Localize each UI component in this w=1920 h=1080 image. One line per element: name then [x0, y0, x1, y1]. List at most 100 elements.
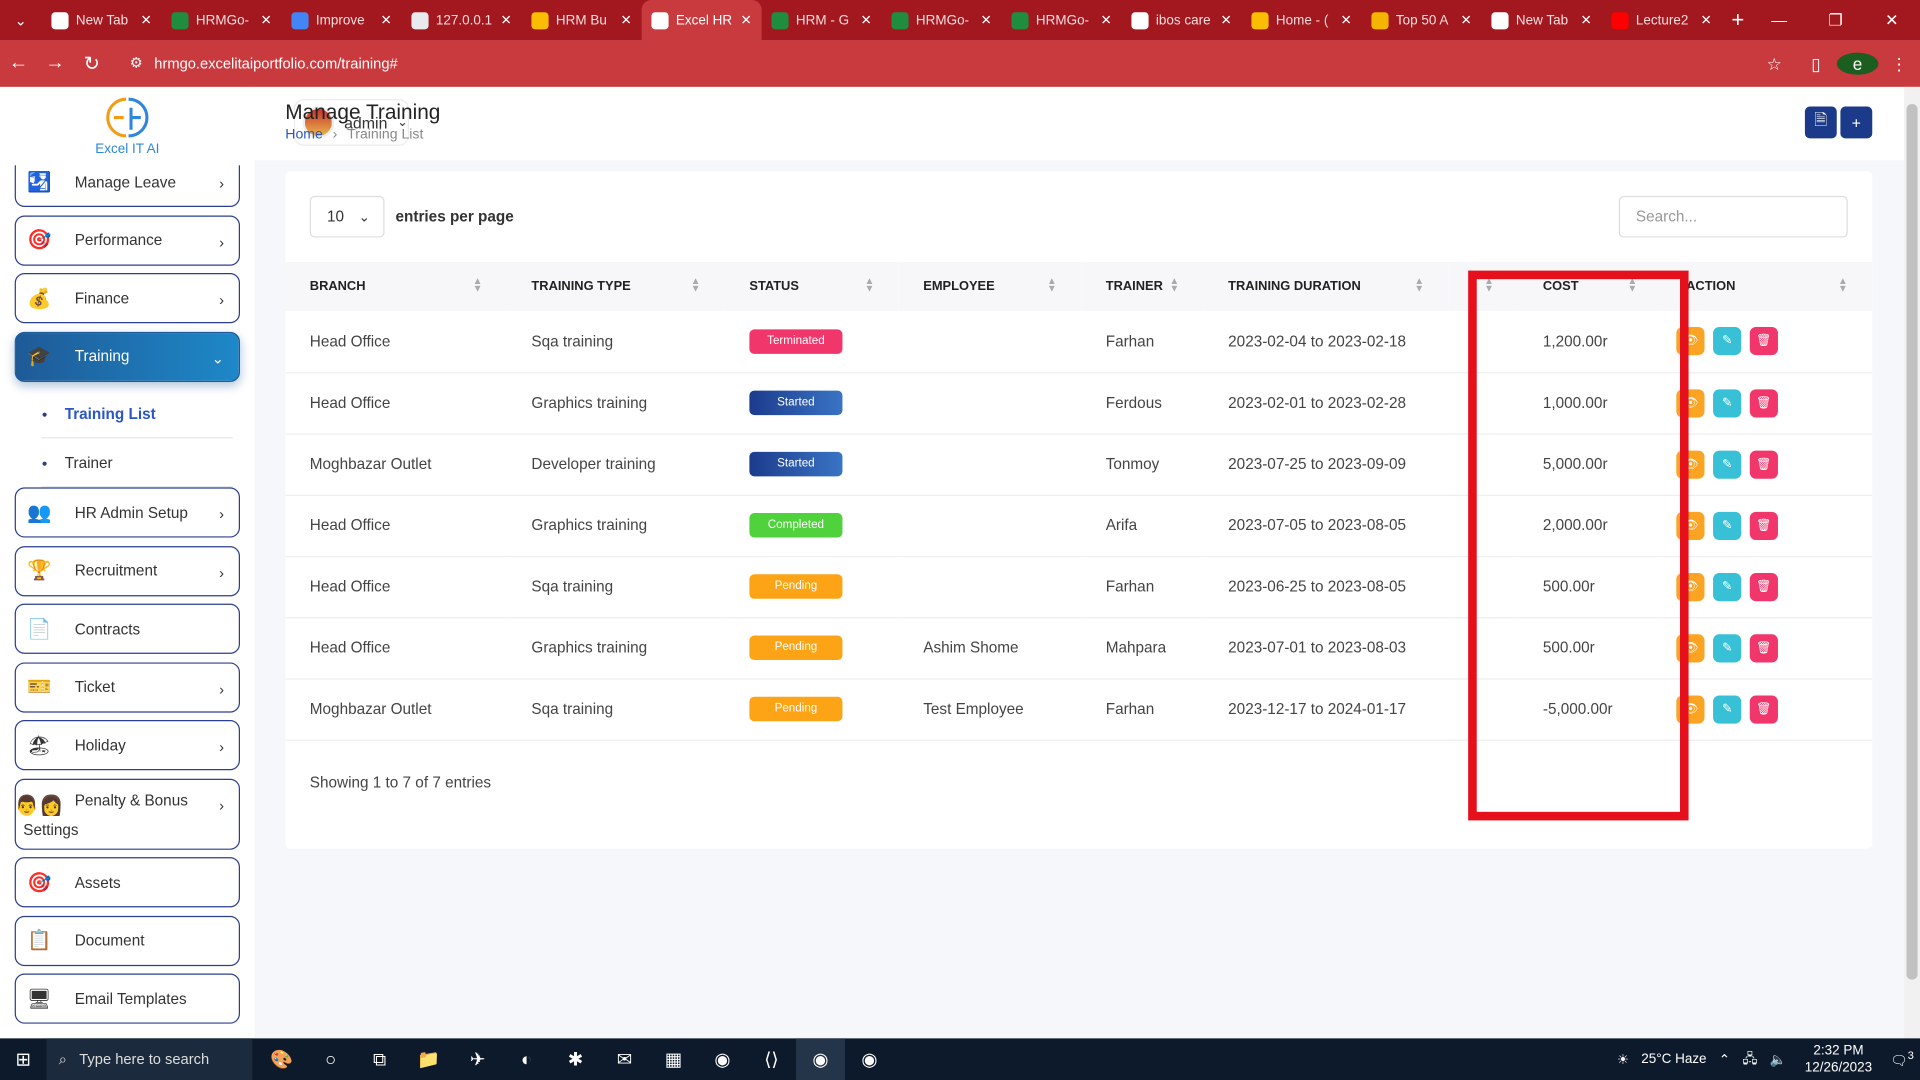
view-button[interactable]: 👁	[1676, 572, 1705, 601]
browser-tab[interactable]: Lecture2 ✕	[1602, 0, 1722, 40]
column-header[interactable]: Employee ▲ ▼	[898, 262, 1082, 312]
browser-tab[interactable]: Excel HR ✕	[641, 0, 762, 41]
widgets-icon[interactable]: 🎨	[257, 1038, 306, 1080]
sidebar-subitem-trainer[interactable]: ● Trainer	[15, 438, 240, 488]
view-button[interactable]: 👁	[1676, 388, 1705, 417]
breadcrumb-home-link[interactable]: Home	[285, 127, 323, 142]
export-button[interactable]: 🗎	[1804, 106, 1837, 139]
edit-button[interactable]: ✎	[1713, 388, 1742, 417]
sidebar-item-document[interactable]: 📋 Document	[14, 915, 241, 966]
scrollbar-thumb[interactable]	[1906, 104, 1918, 980]
reload-icon[interactable]: ↻	[73, 40, 110, 87]
browser-tab[interactable]: New Tab ✕	[1482, 0, 1602, 40]
sidebar-item-assets[interactable]: 🎯 Assets	[14, 857, 241, 908]
tab-close-icon[interactable]: ✕	[381, 12, 392, 28]
file-explorer-icon[interactable]: 📁	[404, 1038, 453, 1080]
tab-close-icon[interactable]: ✕	[1101, 12, 1112, 28]
add-training-button[interactable]: +	[1840, 106, 1873, 139]
tab-close-icon[interactable]: ✕	[1461, 12, 1472, 28]
browser-tab[interactable]: Home - (✕	[1242, 0, 1362, 40]
edit-button[interactable]: ✎	[1713, 572, 1742, 601]
browser-tab[interactable]: Improve ✕	[282, 0, 402, 40]
sort-icon[interactable]: ▲ ▼	[473, 276, 483, 293]
tab-close-icon[interactable]: ✕	[261, 12, 272, 28]
browser-tab[interactable]: HRMGo- ✕	[1002, 0, 1122, 40]
edit-button[interactable]: ✎	[1713, 327, 1742, 356]
tab-close-icon[interactable]: ✕	[1581, 12, 1592, 28]
tab-close-icon[interactable]: ✕	[861, 12, 872, 28]
volume-icon[interactable]: 🔈	[1770, 1051, 1787, 1067]
view-button[interactable]: 👁	[1676, 327, 1705, 356]
delete-button[interactable]: 🗑	[1749, 388, 1778, 417]
delete-button[interactable]: 🗑	[1749, 694, 1778, 724]
sort-icon[interactable]: ▲ ▼	[1047, 276, 1057, 293]
taskbar-clock[interactable]: 2:32 PM 12/26/2023	[1805, 1042, 1872, 1076]
browser-tab[interactable]: Top 50 A ✕	[1362, 0, 1482, 40]
column-header[interactable]: Status ▲ ▼	[724, 262, 899, 312]
column-header[interactable]: Training Type ▲ ▼	[506, 262, 725, 312]
vscode-icon[interactable]: ⟨⟩	[747, 1038, 796, 1080]
edit-button[interactable]: ✎	[1713, 450, 1742, 479]
chrome-active-icon[interactable]: ◉	[795, 1038, 845, 1080]
mail-icon[interactable]: ✉	[600, 1038, 649, 1080]
tab-close-icon[interactable]: ✕	[741, 12, 752, 28]
view-button[interactable]: 👁	[1676, 450, 1705, 479]
browser-tab[interactable]: ibos care ✕	[1122, 0, 1242, 40]
sort-icon[interactable]: ▲ ▼	[1169, 276, 1179, 293]
sidebar-subitem-training-list[interactable]: ● Training List	[15, 389, 240, 439]
delete-button[interactable]: 🗑	[1749, 572, 1778, 601]
browser-menu-icon[interactable]: ⋮	[1878, 53, 1920, 74]
column-header[interactable]: Action ▲ ▼	[1661, 262, 1873, 312]
sort-icon[interactable]: ▲ ▼	[1484, 276, 1494, 293]
browser-tab[interactable]: HRM Bu ✕	[522, 0, 642, 40]
minimize-icon[interactable]: —	[1751, 0, 1807, 40]
sidebar-item-performance[interactable]: 🎯 Performance ›	[14, 214, 241, 266]
sort-icon[interactable]: ▲ ▼	[865, 276, 875, 293]
chrome-icon[interactable]: ◉	[698, 1038, 747, 1080]
column-header[interactable]: ▲ ▼	[1448, 262, 1519, 312]
browser-tab[interactable]: New Tab ✕	[42, 0, 162, 40]
delete-button[interactable]: 🗑	[1749, 633, 1778, 662]
browser-tab[interactable]: HRM - G ✕	[762, 0, 882, 40]
page-scrollbar[interactable]	[1904, 86, 1920, 1039]
sidebar-item-email-templates[interactable]: 🖥 Email Templates	[14, 973, 241, 1024]
bookmark-star-icon[interactable]: ☆	[1753, 53, 1795, 74]
sidebar-item-finance[interactable]: 💰 Finance ›	[14, 273, 241, 324]
column-header[interactable]: Training Duration ▲ ▼	[1203, 262, 1449, 312]
chrome-profile-icon[interactable]: ◉	[845, 1038, 894, 1080]
sidebar-item-ticket[interactable]: 🎫 Ticket ›	[14, 661, 241, 713]
delete-button[interactable]: 🗑	[1749, 511, 1778, 540]
back-icon[interactable]: ←	[0, 40, 37, 87]
slack-icon[interactable]: ✱	[551, 1038, 600, 1080]
forward-icon[interactable]: →	[37, 40, 74, 87]
tab-close-icon[interactable]: ✕	[1221, 12, 1232, 28]
browser-tab[interactable]: HRMGo- ✕	[162, 0, 282, 40]
sidebar-item-recruitment[interactable]: 🏆 Recruitment ›	[14, 545, 241, 596]
side-panel-icon[interactable]: ▯	[1795, 53, 1837, 74]
sort-icon[interactable]: ▲ ▼	[1838, 276, 1848, 293]
tab-close-icon[interactable]: ✕	[141, 12, 152, 28]
cortana-icon[interactable]: ○	[306, 1038, 355, 1080]
weather-icon[interactable]: ☀	[1617, 1051, 1629, 1067]
edge-icon[interactable]: ◐	[502, 1038, 551, 1080]
tab-close-icon[interactable]: ✕	[1341, 12, 1352, 28]
tab-search-icon[interactable]: ⌄	[0, 0, 42, 40]
sidebar-item-training[interactable]: 🎓 Training ⌄	[14, 331, 241, 382]
delete-button[interactable]: 🗑	[1749, 450, 1778, 479]
tray-chevron-up-icon[interactable]: ⌃	[1719, 1051, 1730, 1067]
column-header[interactable]: Branch ▲ ▼	[285, 262, 507, 312]
app-icon[interactable]: ✈	[453, 1038, 502, 1080]
edit-button[interactable]: ✎	[1713, 511, 1742, 540]
network-icon[interactable]: 🖧	[1742, 1048, 1757, 1071]
sort-icon[interactable]: ▲ ▼	[1627, 276, 1637, 293]
store-icon[interactable]: ▦	[649, 1038, 698, 1080]
restore-icon[interactable]: ❐	[1807, 0, 1863, 40]
windows-start-icon[interactable]: ⊞	[0, 1048, 47, 1070]
url-field[interactable]: ⚙ hrmgo.excelitaiportfolio.com/training#	[122, 46, 1801, 81]
sidebar-item-penalty-bonus[interactable]: 👨‍👩 Penalty & Bonus Settings ›	[14, 778, 241, 850]
site-info-icon[interactable]: ⚙	[130, 54, 143, 71]
sidebar-item-contracts[interactable]: 📄 Contracts	[14, 603, 241, 654]
notifications-icon[interactable]: 🗨3	[1891, 1050, 1914, 1069]
edit-button[interactable]: ✎	[1713, 633, 1742, 662]
sidebar-item-hr-admin-setup[interactable]: 👥 HR Admin Setup ›	[14, 487, 241, 538]
